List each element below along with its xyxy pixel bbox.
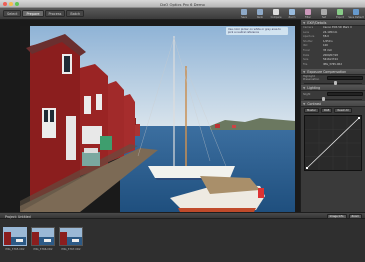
tone-curve-editor[interactable]: [304, 115, 362, 172]
compare-icon: [273, 9, 279, 15]
reset-all-button[interactable]: Reset All: [334, 108, 352, 114]
image-info-button[interactable]: Image Info: [326, 214, 347, 219]
save-default-icon: [353, 9, 359, 15]
right-sidebar: ▼ EXIF/Details Camera Canon EOS 5D Mark II…: [300, 20, 365, 212]
save-default-button[interactable]: Save Default: [348, 9, 364, 19]
compare-button[interactable]: Compare: [271, 9, 281, 19]
save-icon: [241, 9, 247, 15]
settings-button[interactable]: Set: [319, 9, 329, 19]
filmstrip: IMG_3765.CR2 IMG_3766.CR2 IMG_3767.CR2: [0, 219, 365, 262]
toolbar-icons: Save Redo Compare Zoom Filter Set Export…: [239, 9, 364, 19]
export-button[interactable]: Export: [335, 9, 345, 19]
filmstrip-thumbnail[interactable]: [59, 227, 83, 246]
tab-select[interactable]: Select: [3, 10, 22, 17]
rgb-button[interactable]: RGB: [320, 108, 333, 114]
thumbnail-name: IMG_3765.CR2: [5, 248, 25, 251]
curve-buttons: Master RGB Reset All: [301, 107, 365, 114]
triangle-down-icon: ▼: [303, 101, 306, 106]
highlight-select[interactable]: [327, 76, 363, 81]
filmstrip-thumbnail[interactable]: [3, 227, 27, 246]
image-viewer[interactable]: Use color picker on white or grey area t…: [0, 20, 300, 212]
save-button[interactable]: Save: [239, 9, 249, 19]
tab-process[interactable]: Process: [44, 10, 66, 17]
bottom-bar-buttons: Image Info Zoom: [326, 214, 362, 219]
lighting-select[interactable]: [327, 92, 363, 97]
export-icon: [337, 9, 343, 15]
triangle-down-icon: ▼: [303, 85, 306, 90]
redo-icon: [257, 9, 263, 15]
filter-button[interactable]: Filter: [303, 9, 313, 19]
project-label: Project: Untitled: [5, 214, 31, 219]
bottom-bar: Project: Untitled Image Info Zoom: [0, 212, 365, 219]
filter-icon: [305, 9, 311, 15]
zoom-icon: [289, 9, 295, 15]
metadata-row: File IMG_3765.CR2: [303, 62, 342, 66]
filmstrip-thumbnail[interactable]: [31, 227, 55, 246]
triangle-down-icon: ▼: [303, 20, 306, 25]
tab-prepare[interactable]: Prepare: [22, 10, 44, 17]
redo-button[interactable]: Redo: [255, 9, 265, 19]
exposure-slider[interactable]: [304, 81, 362, 86]
tone-curve-graph: [305, 116, 361, 171]
tab-batch[interactable]: Batch: [66, 10, 85, 17]
workflow-tabs: Select Prepare Process Batch: [3, 10, 85, 17]
lighting-slider[interactable]: [304, 97, 362, 102]
master-button[interactable]: Master: [304, 108, 319, 114]
harbor-photo: [20, 26, 295, 212]
zoom-toggle-button[interactable]: Zoom: [348, 214, 362, 219]
tooltip-hint: Use color picker on white or grey area t…: [226, 27, 288, 35]
photo-preview[interactable]: [20, 26, 295, 212]
triangle-down-icon: ▼: [303, 69, 306, 74]
thumbnail-image: [60, 228, 82, 245]
title-bar: DxO Optics Pro 6 Demo: [0, 0, 365, 8]
app-window: DxO Optics Pro 6 Demo Select Prepare Pro…: [0, 0, 365, 262]
thumbnail-name: IMG_3766.CR2: [33, 248, 53, 251]
settings-icon: [321, 9, 327, 15]
thumbnail-name: IMG_3767.CR2: [61, 248, 81, 251]
thumbnail-image: [32, 228, 54, 245]
toolbar: Select Prepare Process Batch Save Redo C…: [0, 8, 365, 20]
thumbnail-image: [4, 228, 26, 245]
slider-knob[interactable]: [322, 97, 325, 101]
window-title: DxO Optics Pro 6 Demo: [160, 1, 205, 7]
zoom-button[interactable]: Zoom: [287, 9, 297, 19]
metadata-list: Camera Canon EOS 5D Mark II Lens 24-105mm …: [301, 26, 365, 67]
slider-knob[interactable]: [334, 81, 337, 85]
